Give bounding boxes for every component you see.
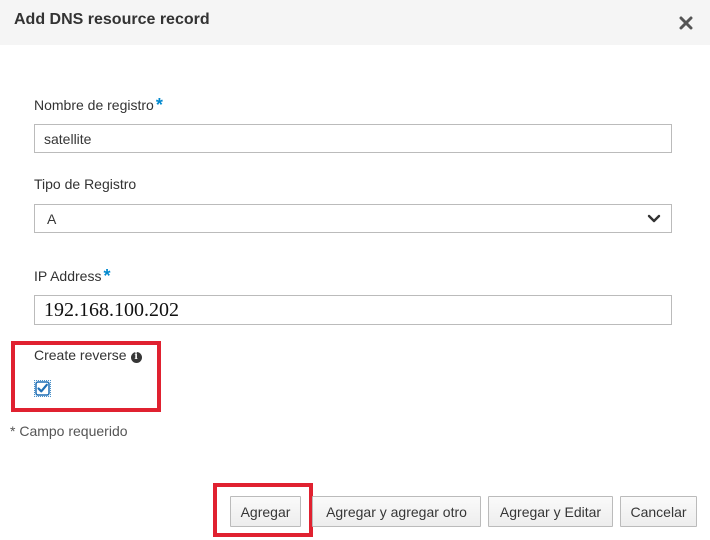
ip-address-input[interactable]: 192.168.100.202 bbox=[34, 295, 672, 325]
add-button[interactable]: Agregar bbox=[230, 496, 301, 527]
ip-address-value: 192.168.100.202 bbox=[44, 298, 179, 321]
info-icon[interactable]: i bbox=[130, 351, 142, 363]
required-field-note: * Campo requerido bbox=[10, 423, 128, 439]
record-type-label: Tipo de Registro bbox=[34, 176, 137, 192]
close-button[interactable] bbox=[673, 10, 699, 36]
add-and-edit-button[interactable]: Agregar y Editar bbox=[488, 496, 613, 527]
chevron-down-icon bbox=[647, 214, 661, 222]
create-reverse-label-text: Create reverse bbox=[34, 347, 127, 363]
create-reverse-label: Create reverse i bbox=[34, 347, 142, 363]
record-type-select[interactable]: A bbox=[34, 204, 672, 233]
dialog-title: Add DNS resource record bbox=[14, 11, 210, 28]
close-icon bbox=[679, 16, 693, 30]
ip-address-label-text: IP Address bbox=[34, 268, 102, 284]
checkmark-icon bbox=[35, 381, 50, 396]
record-name-label: Nombre de registro * bbox=[34, 94, 163, 115]
add-another-button[interactable]: Agregar y agregar otro bbox=[312, 496, 481, 527]
record-name-label-text: Nombre de registro bbox=[34, 97, 154, 113]
cancel-button[interactable]: Cancelar bbox=[620, 496, 697, 527]
required-mark: * bbox=[103, 266, 111, 286]
required-mark: * bbox=[155, 95, 163, 115]
record-name-input[interactable]: satellite bbox=[34, 124, 672, 153]
record-type-value: A bbox=[47, 210, 57, 227]
ip-address-label: IP Address * bbox=[34, 265, 110, 286]
dialog-header: Add DNS resource record bbox=[0, 0, 710, 45]
record-name-value: satellite bbox=[44, 130, 92, 147]
create-reverse-checkbox[interactable] bbox=[34, 380, 51, 397]
